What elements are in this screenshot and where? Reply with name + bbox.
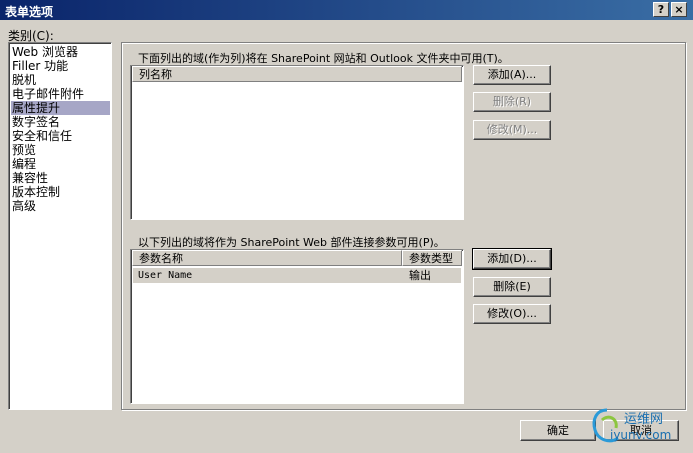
category-list[interactable]: Web 浏览器 Filler 功能 脱机 电子邮件附件 属性提升 数字签名 安全…: [8, 42, 112, 410]
category-item-offline[interactable]: 脱机: [11, 73, 110, 87]
webpart-add-button[interactable]: 添加(D)...: [472, 248, 552, 270]
category-item-advanced[interactable]: 高级: [11, 199, 110, 213]
watermark-logo: 运维网 iyunv.com: [590, 404, 690, 450]
promotion-modify-button[interactable]: 修改(M)...: [473, 120, 551, 140]
webpart-remove-button[interactable]: 删除(E): [473, 277, 551, 297]
category-item-compatibility[interactable]: 兼容性: [11, 171, 110, 185]
ok-button[interactable]: 确定: [520, 420, 596, 441]
category-item-web-browser[interactable]: Web 浏览器: [11, 45, 110, 59]
close-button[interactable]: ×: [671, 2, 687, 17]
promotion-add-button[interactable]: 添加(A)...: [473, 65, 551, 85]
parameter-name-cell: User Name: [138, 270, 193, 281]
promotion-remove-button[interactable]: 删除(R): [473, 92, 551, 112]
category-item-programming[interactable]: 编程: [11, 157, 110, 171]
help-button[interactable]: ?: [653, 2, 669, 17]
webpart-parameter-list[interactable]: 参数名称 参数类型 User Name 输出: [130, 249, 464, 404]
parameter-type-header[interactable]: 参数类型: [402, 250, 462, 266]
webpart-description: 以下列出的域将作为 SharePoint Web 部件连接参数可用(P)。: [138, 236, 445, 249]
category-item-preview[interactable]: 预览: [11, 143, 110, 157]
watermark-url: iyunv.com: [610, 428, 672, 442]
watermark-text: 运维网: [624, 412, 664, 427]
category-item-security-trust[interactable]: 安全和信任: [11, 129, 110, 143]
parameter-name-header[interactable]: 参数名称: [132, 250, 402, 266]
category-item-filler[interactable]: Filler 功能: [11, 59, 110, 73]
promotion-column-list[interactable]: 列名称: [130, 65, 464, 220]
category-item-version-control[interactable]: 版本控制: [11, 185, 110, 199]
category-item-property-promotion[interactable]: 属性提升: [11, 101, 110, 115]
category-item-digital-signature[interactable]: 数字签名: [11, 115, 110, 129]
promotion-description: 下面列出的域(作为列)将在 SharePoint 网站和 Outlook 文件夹…: [138, 52, 509, 65]
webpart-modify-button[interactable]: 修改(O)...: [473, 304, 551, 324]
title-bar: 表单选项 ? ×: [0, 0, 693, 20]
parameter-type-cell: 输出: [409, 269, 431, 282]
promotion-column-header[interactable]: 列名称: [132, 66, 462, 82]
category-item-email-attachment[interactable]: 电子邮件附件: [11, 87, 110, 101]
table-row[interactable]: User Name 输出: [133, 268, 461, 283]
window-title: 表单选项: [5, 5, 54, 19]
